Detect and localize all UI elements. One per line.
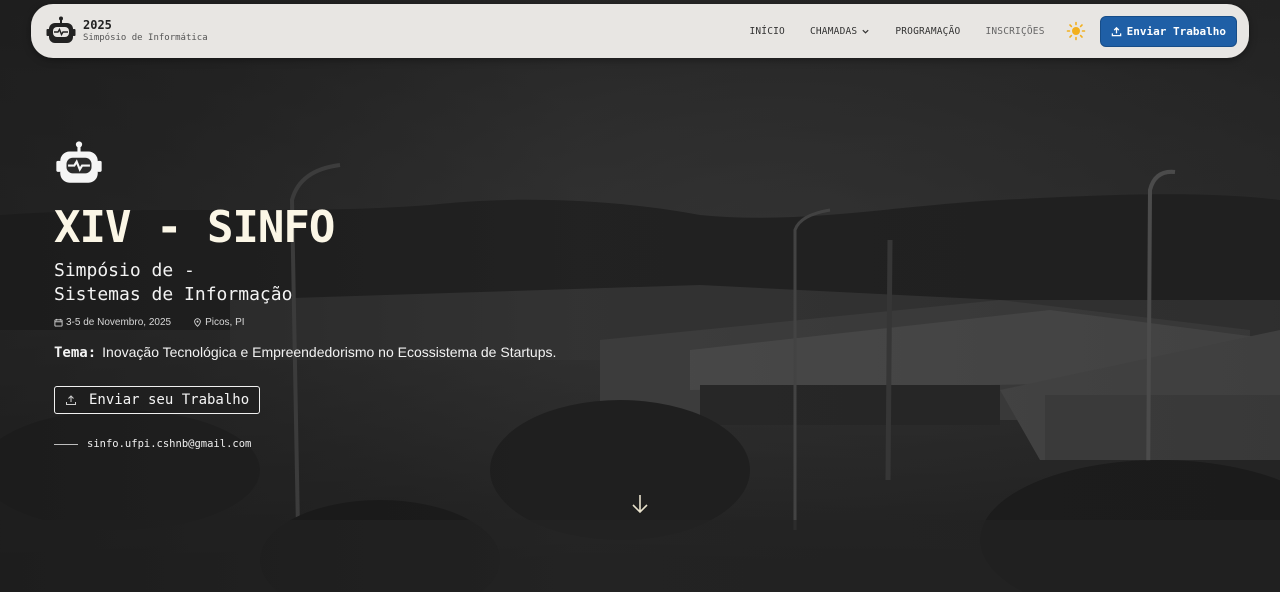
- map-pin-icon: [194, 318, 201, 327]
- nav-link-programacao[interactable]: PROGRAMAÇÃO: [895, 26, 960, 37]
- nav-links: INÍCIO CHAMADAS PROGRAMAÇÃO INSCRIÇÕES: [749, 21, 1085, 41]
- theme-text: Inovação Tecnológica e Empreendedorismo …: [102, 344, 557, 360]
- event-location: Picos, PI: [193, 317, 245, 328]
- submit-work-label: Enviar seu Trabalho: [89, 392, 250, 408]
- upload-icon: [1111, 26, 1121, 36]
- robot-icon: [56, 141, 102, 183]
- nav-link-label: CHAMADAS: [809, 25, 858, 37]
- calendar-icon: [54, 318, 63, 327]
- brand-subtitle: Simpósio de Informática: [83, 32, 208, 43]
- submit-paper-button[interactable]: Enviar Trabalho: [1099, 15, 1237, 47]
- submit-paper-label: Enviar Trabalho: [1126, 24, 1226, 38]
- hero-subtitle: Simpósio de - Sistemas de Informação: [54, 259, 754, 307]
- nav-link-label: INÍCIO: [749, 25, 785, 37]
- event-location-text: Picos, PI: [205, 317, 245, 328]
- robot-icon: [46, 16, 76, 43]
- upload-icon: [66, 395, 76, 405]
- event-date-text: 3-5 de Novembro, 2025: [66, 317, 172, 328]
- nav-link-label: INSCRIÇÕES: [985, 25, 1045, 37]
- contact-email: sinfo.ufpi.cshnb@gmail.com: [54, 438, 754, 450]
- event-meta: 3-5 de Novembro, 2025 Picos, PI: [54, 317, 754, 328]
- nav-link-chamadas[interactable]: CHAMADAS: [810, 26, 870, 37]
- nav-link-inicio[interactable]: INÍCIO: [749, 26, 785, 37]
- nav-link-inscricoes[interactable]: INSCRIÇÕES: [985, 26, 1044, 37]
- event-date: 3-5 de Novembro, 2025: [54, 317, 171, 328]
- navbar: 2025 Simpósio de Informática INÍCIO CHAM…: [31, 4, 1249, 58]
- submit-work-button[interactable]: Enviar seu Trabalho: [54, 386, 261, 414]
- theme-label: Tema:: [54, 345, 97, 361]
- chevron-down-icon: [862, 29, 869, 34]
- divider-line: [54, 443, 78, 445]
- event-theme: Tema: Inovação Tecnológica e Empreendedor…: [54, 344, 754, 361]
- brand-year: 2025: [83, 17, 112, 32]
- hero-subtitle-line2: Sistemas de Informação: [54, 284, 293, 305]
- hero-title: XIV - SINFO: [54, 202, 335, 253]
- brand[interactable]: 2025 Simpósio de Informática: [45, 15, 208, 47]
- hero-subtitle-line1: Simpósio de -: [54, 260, 195, 281]
- hero-section: XIV - SINFO Simpósio de - Sistemas de In…: [54, 139, 754, 450]
- nav-link-label: PROGRAMAÇÃO: [895, 25, 961, 37]
- sun-icon[interactable]: [1066, 21, 1086, 41]
- arrow-down-icon[interactable]: [629, 492, 651, 516]
- contact-email-link[interactable]: sinfo.ufpi.cshnb@gmail.com: [87, 438, 251, 450]
